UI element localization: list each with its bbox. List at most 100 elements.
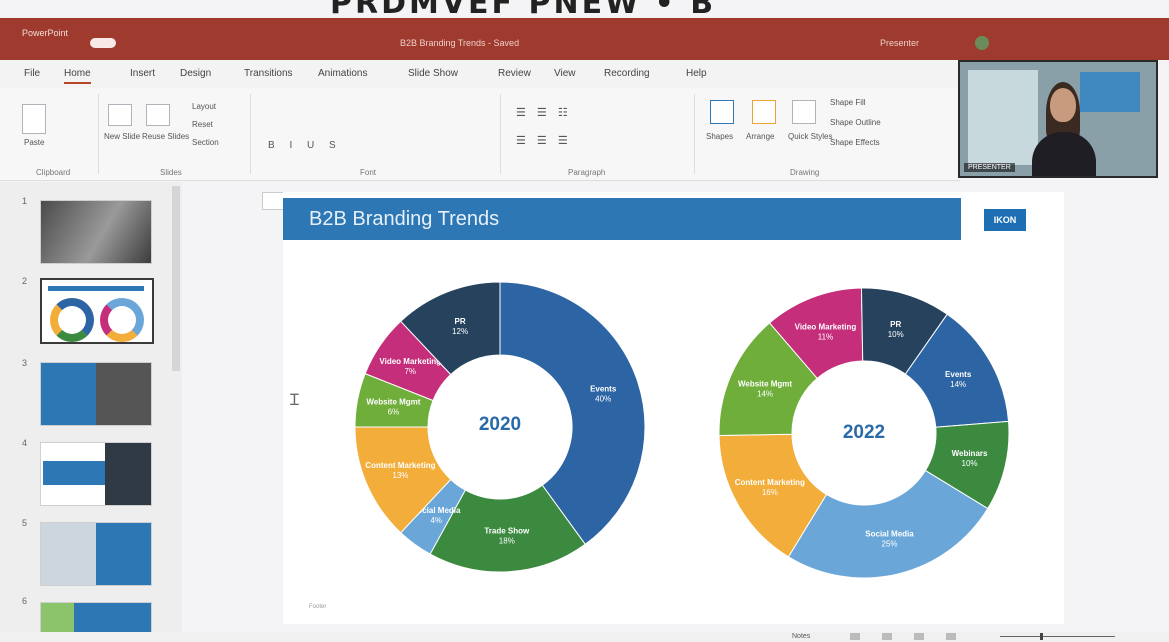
menu-transitions[interactable]: Transitions: [244, 68, 293, 79]
slideshow-icon[interactable]: [946, 633, 956, 640]
slide-thumbnail-5[interactable]: [40, 522, 152, 586]
slide-thumbnail-2[interactable]: [40, 278, 154, 344]
donut-slice-label: PR: [890, 320, 901, 329]
presenter-body: [1032, 132, 1096, 176]
menu-file[interactable]: File: [24, 68, 40, 79]
new-slide-icon[interactable]: [108, 104, 132, 126]
paste-icon[interactable]: [22, 104, 46, 134]
donut-slice-label: Events: [945, 370, 972, 379]
app-name: PowerPoint: [22, 28, 69, 38]
slide-thumbnail-6[interactable]: [40, 602, 152, 634]
donut-slice-label: Video Marketing: [795, 323, 857, 332]
divider: [500, 94, 501, 174]
thumbnail-banner: [43, 461, 105, 485]
donut-slice-value: 14%: [757, 390, 773, 399]
donut-slice-label: Content Marketing: [735, 478, 805, 487]
menu-design[interactable]: Design: [180, 68, 211, 79]
donut-slice-value: 13%: [392, 471, 408, 480]
donut-slice-value: 10%: [962, 459, 978, 468]
text-cursor-icon: Ɪ: [290, 392, 299, 409]
autosave-toggle[interactable]: [90, 38, 116, 48]
menu-view[interactable]: View: [554, 68, 576, 79]
donut-slice-label: Social Media: [865, 529, 914, 538]
thumbnail-title-bar: [48, 286, 144, 291]
donut-slice-value: 14%: [950, 380, 966, 389]
menu-slide-show[interactable]: Slide Show: [408, 68, 458, 79]
shapes-label: Shapes: [706, 132, 734, 141]
group-slides: Slides: [160, 168, 182, 177]
shape-effects-button[interactable]: Shape Effects: [830, 138, 880, 147]
donut-slice-value: 4%: [430, 516, 442, 525]
divider: [250, 94, 251, 174]
menu-review[interactable]: Review: [498, 68, 531, 79]
slide-title[interactable]: B2B Branding Trends: [309, 208, 499, 231]
thumbnail-donut: [100, 298, 144, 342]
reuse-slides-icon[interactable]: [146, 104, 170, 126]
donut-slice-label: Events: [590, 384, 617, 393]
thumbnail-number: 2: [22, 276, 28, 286]
donut-slice-label: Trade Show: [484, 526, 530, 535]
menu-bar: File Home Insert Design Transitions Anim…: [0, 60, 960, 88]
shape-outline-button[interactable]: Shape Outline: [830, 118, 881, 127]
section-button[interactable]: Section: [192, 138, 219, 147]
zoom-slider[interactable]: [1000, 636, 1115, 637]
paragraph-icons[interactable]: ☰ ☰ ☷: [516, 106, 572, 119]
quick-styles-label: Quick Styles: [788, 132, 833, 141]
donut-center-label-2020: 2020: [478, 414, 522, 435]
shapes-icon[interactable]: [710, 100, 734, 124]
group-drawing: Drawing: [790, 168, 820, 177]
donut-slice-value: 25%: [882, 539, 898, 548]
donut-slice-value: 7%: [404, 367, 416, 376]
menu-insert[interactable]: Insert: [130, 68, 155, 79]
thumbnail-number: 4: [22, 438, 28, 448]
thumbnail-number: 1: [22, 196, 28, 206]
thumbnail-donut: [50, 298, 94, 342]
donut-slice-value: 16%: [762, 488, 778, 497]
menu-home[interactable]: Home: [64, 68, 91, 84]
thumbnail-number: 6: [22, 596, 28, 606]
layout-button[interactable]: Layout: [192, 102, 216, 111]
webcam-overlay: PRESENTER: [958, 60, 1158, 178]
reuse-slides-label: Reuse Slides: [142, 132, 190, 141]
group-font: Font: [360, 168, 377, 177]
alignment-icons[interactable]: ☰ ☰ ☰: [516, 134, 572, 147]
slide-canvas[interactable]: B2B Branding Trends IKON Events 40% Trade …: [283, 192, 1064, 624]
slide-footer: Footer: [309, 604, 327, 610]
reset-button[interactable]: Reset: [192, 120, 213, 129]
slide-thumbnail-3[interactable]: [40, 362, 152, 426]
donut-slice-value: 12%: [452, 327, 468, 336]
donut-slice-value: 6%: [388, 408, 400, 417]
group-paragraph: Paragraph: [568, 168, 606, 177]
donut-slice-label: Content Marketing: [365, 461, 435, 470]
menu-animations[interactable]: Animations: [318, 68, 367, 79]
ribbon: Paste New Slide Reuse Slides Layout Rese…: [0, 88, 960, 210]
donut-slice-label: Video Marketing: [379, 357, 441, 366]
quick-styles-icon[interactable]: [792, 100, 816, 124]
arrange-icon[interactable]: [752, 100, 776, 124]
menu-recording[interactable]: Recording: [604, 68, 650, 79]
donut-center-label-2022: 2022: [842, 422, 886, 443]
group-clipboard: Clipboard: [36, 168, 71, 177]
thumbnail-number: 3: [22, 358, 28, 368]
slide-sorter-icon[interactable]: [882, 633, 892, 640]
font-format-icons[interactable]: B I U S: [268, 140, 342, 151]
slide-thumbnail-1[interactable]: [40, 200, 152, 264]
donut-slice-label: Website Mgmt: [366, 398, 420, 407]
slide-thumbnail-4[interactable]: [40, 442, 152, 506]
slide-title-bar: B2B Branding Trends: [283, 198, 961, 240]
donut-slice-value: 40%: [595, 394, 611, 403]
new-slide-label: New Slide: [104, 132, 141, 141]
menu-help[interactable]: Help: [686, 68, 707, 79]
avatar[interactable]: [975, 36, 989, 50]
normal-view-icon[interactable]: [850, 633, 860, 640]
title-bar: PowerPoint B2B Branding Trends - Saved P…: [0, 18, 1169, 60]
thumbnail-number: 5: [22, 518, 28, 528]
notes-button[interactable]: Notes: [792, 633, 810, 640]
reading-view-icon[interactable]: [914, 633, 924, 640]
donut-slice-value: 10%: [888, 330, 904, 339]
presenter-face: [1050, 88, 1076, 122]
thumbnail-scrollbar[interactable]: [172, 186, 180, 371]
shape-fill-button[interactable]: Shape Fill: [830, 98, 866, 107]
webcam-window: [968, 70, 1038, 165]
zoom-slider-handle[interactable]: [1040, 633, 1043, 640]
